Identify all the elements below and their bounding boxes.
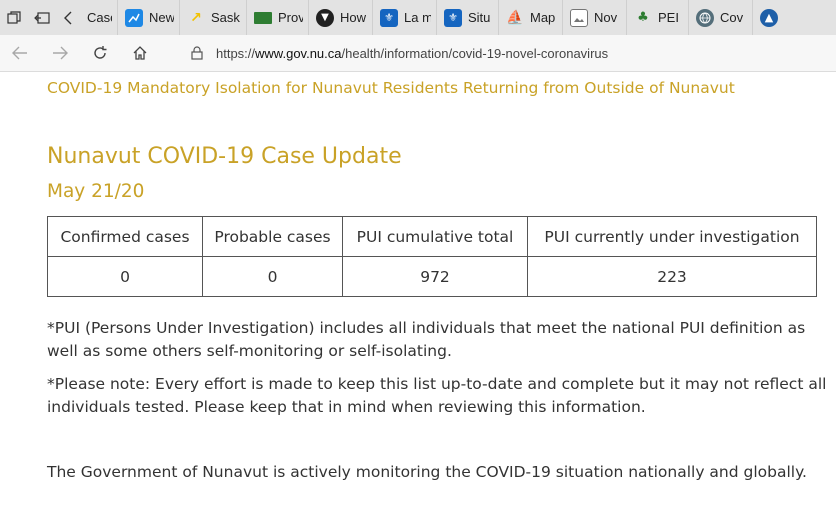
browser-tab-prov[interactable]: Prov <box>247 0 309 35</box>
navigation-bar: https://www.gov.nu.ca/health/information… <box>0 35 836 72</box>
table-header-cell: Probable cases <box>202 216 343 257</box>
image-icon <box>570 8 588 27</box>
table-cell: 223 <box>527 256 817 297</box>
nunavut-logo-icon: ▲ <box>760 8 778 27</box>
tab-label: Case <box>87 10 112 25</box>
fleur-de-lis-icon: ⚜ <box>380 8 398 27</box>
browser-tab-situ[interactable]: ⚜ Situ <box>437 0 499 35</box>
browser-tab-pei[interactable]: ♣ PEI ( <box>627 0 689 35</box>
browser-tab-map[interactable]: ⛵ Map <box>499 0 563 35</box>
browser-tab-cov[interactable]: Cov <box>689 0 753 35</box>
url-host: www.gov.nu.ca <box>255 45 342 61</box>
fleur-de-lis-icon: ⚜ <box>444 8 462 27</box>
back-button[interactable] <box>0 35 40 71</box>
tab-scroll-left-icon[interactable] <box>56 0 80 35</box>
tab-label: Cov <box>720 10 744 25</box>
banana-icon: ↗ <box>190 9 202 26</box>
tab-label: New <box>149 10 174 25</box>
set-tabs-aside-icon[interactable] <box>28 0 56 35</box>
tab-actions-icon[interactable] <box>0 0 28 35</box>
browser-tab-case[interactable]: Case <box>80 0 118 35</box>
sailboat-icon: ⛵ <box>506 9 524 26</box>
browser-tab-new[interactable]: New <box>118 0 180 35</box>
shield-icon: ▼ <box>316 8 334 27</box>
pui-note: *PUI (Persons Under Investigation) inclu… <box>47 319 806 360</box>
table-cell: 0 <box>202 256 343 297</box>
globe-icon <box>696 8 714 27</box>
address-bar[interactable]: https://www.gov.nu.ca/health/information… <box>188 35 836 71</box>
tab-label: Sask <box>211 10 240 25</box>
table-row: 0 0 972 223 <box>47 256 817 297</box>
tab-label: Situ <box>468 10 491 25</box>
case-table: Confirmed cases Probable cases PUI cumul… <box>47 216 817 297</box>
browser-tab-active[interactable]: ▲ <box>753 0 793 35</box>
mandatory-isolation-link[interactable]: COVID-19 Mandatory Isolation for Nunavut… <box>47 79 735 97</box>
browser-tab-sask[interactable]: ↗ Sask <box>180 0 247 35</box>
forward-button[interactable] <box>40 35 80 71</box>
table-cell: 972 <box>342 256 528 297</box>
please-note: *Please note: Every effort is made to ke… <box>47 375 827 416</box>
update-date: May 21/20 <box>47 181 145 202</box>
page-title: Nunavut COVID-19 Case Update <box>47 144 402 169</box>
tab-label: La m <box>404 10 431 25</box>
table-header-cell: PUI currently under investigation <box>527 216 817 257</box>
tab-label: Map <box>530 10 556 25</box>
home-button[interactable] <box>120 35 160 71</box>
pei-logo-icon: ♣ <box>637 10 649 25</box>
tab-label: Prov <box>278 10 303 25</box>
monitoring-paragraph: The Government of Nunavut is actively mo… <box>47 463 807 481</box>
refresh-button[interactable] <box>80 35 120 71</box>
tab-label: Nov <box>594 10 618 25</box>
browser-tab-nov[interactable]: Nov <box>563 0 627 35</box>
table-header-row: Confirmed cases Probable cases PUI cumul… <box>47 216 817 257</box>
browser-tab-la-m[interactable]: ⚜ La m <box>373 0 437 35</box>
tab-label: PEI ( <box>658 10 683 25</box>
url-text[interactable]: https://www.gov.nu.ca/health/information… <box>216 46 608 61</box>
tab-label: How <box>340 10 367 25</box>
tab-strip: Case New ↗ Sask Prov ▼ How ⚜ La m ⚜ Situ… <box>0 0 836 35</box>
flag-icon <box>254 11 272 24</box>
table-header-cell: PUI cumulative total <box>342 216 528 257</box>
url-path: /health/information/covid-19-novel-coron… <box>341 45 609 61</box>
news-chart-icon <box>125 8 143 27</box>
table-header-cell: Confirmed cases <box>47 216 203 257</box>
browser-tab-how[interactable]: ▼ How <box>309 0 373 35</box>
lock-icon[interactable] <box>188 44 206 62</box>
url-scheme: https:// <box>216 45 256 61</box>
table-cell: 0 <box>47 256 203 297</box>
